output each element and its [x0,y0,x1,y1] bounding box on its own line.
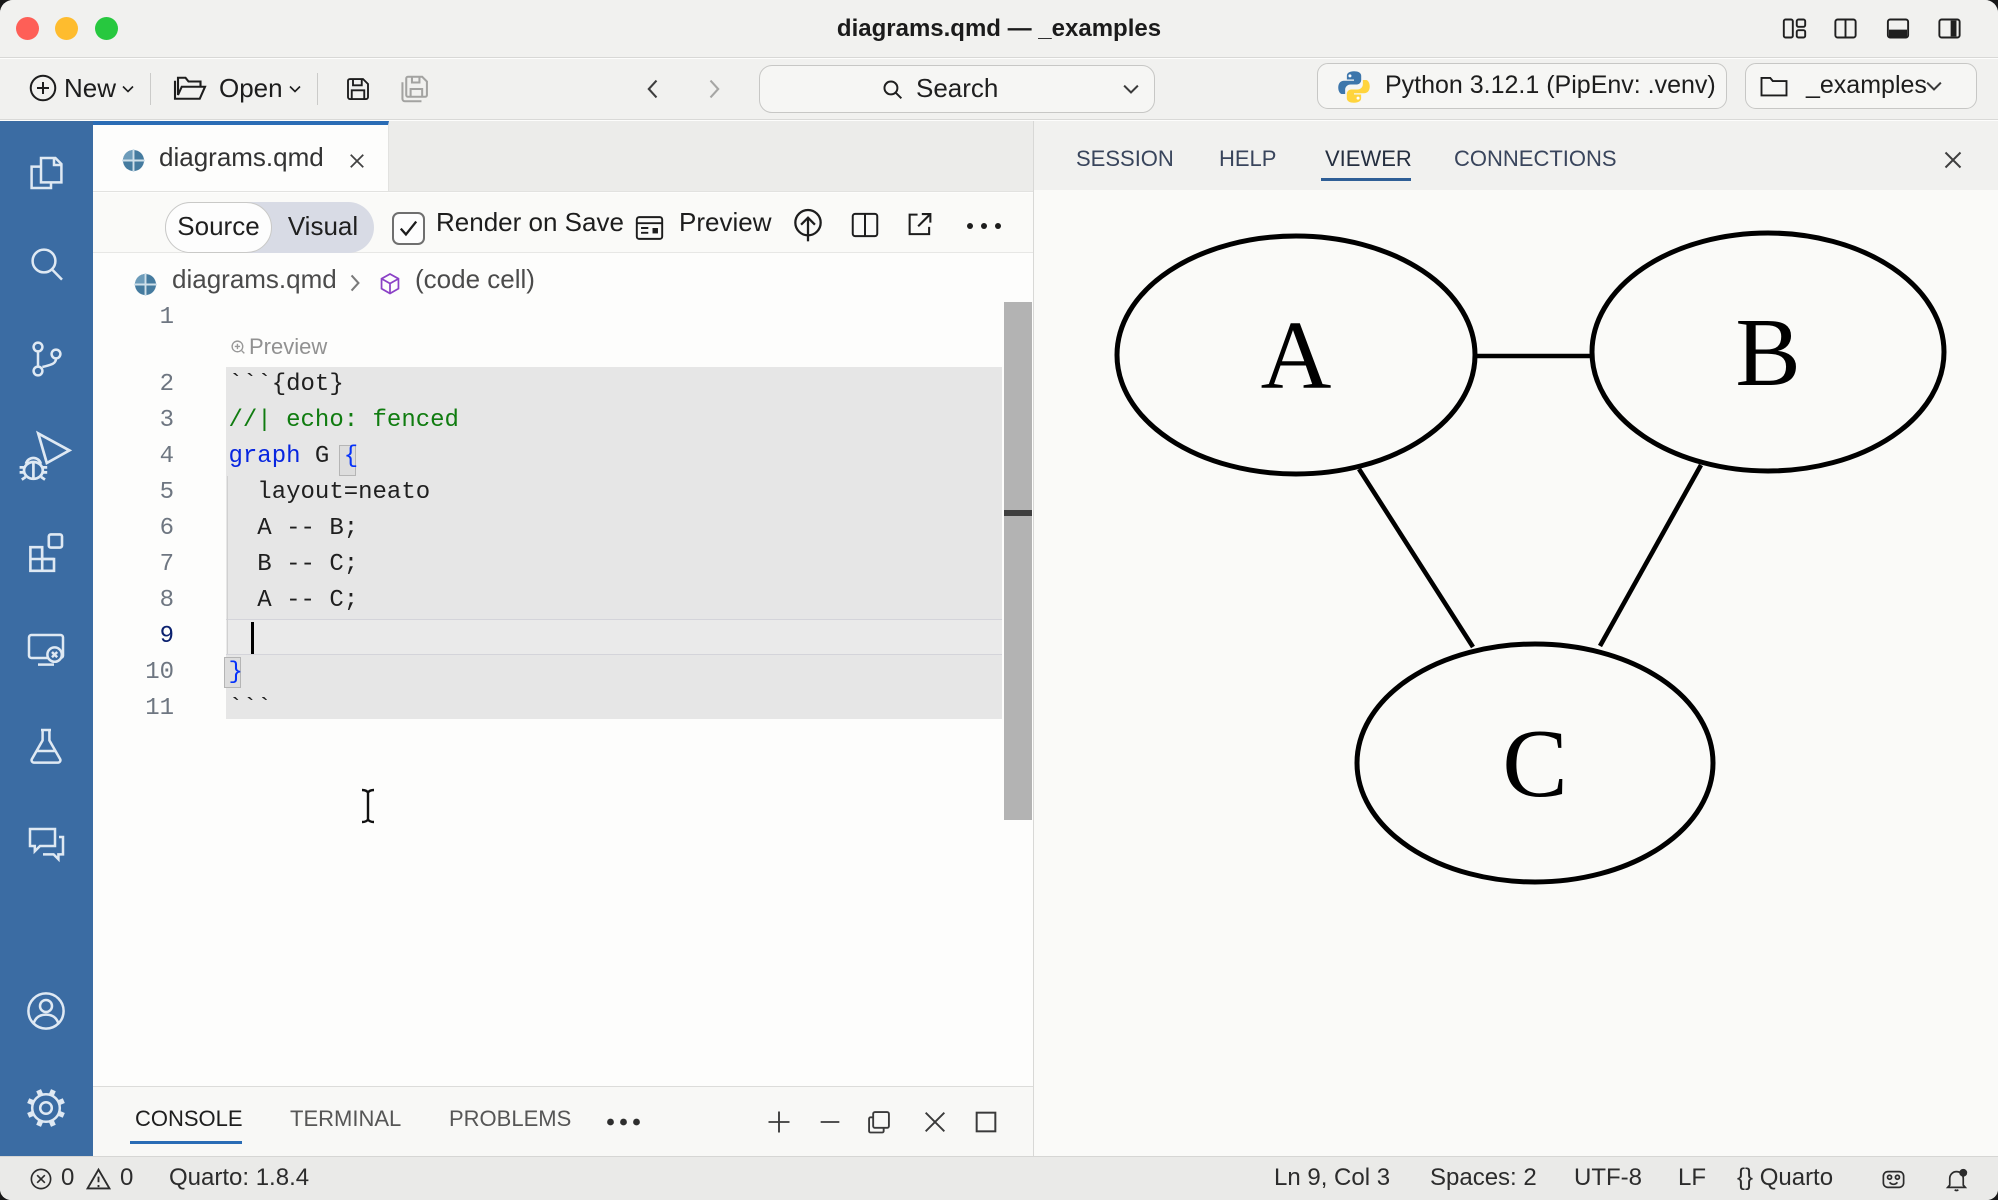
svg-text:A: A [1261,302,1332,410]
svg-text:B: B [1735,299,1800,407]
svg-text:C: C [1502,710,1567,818]
